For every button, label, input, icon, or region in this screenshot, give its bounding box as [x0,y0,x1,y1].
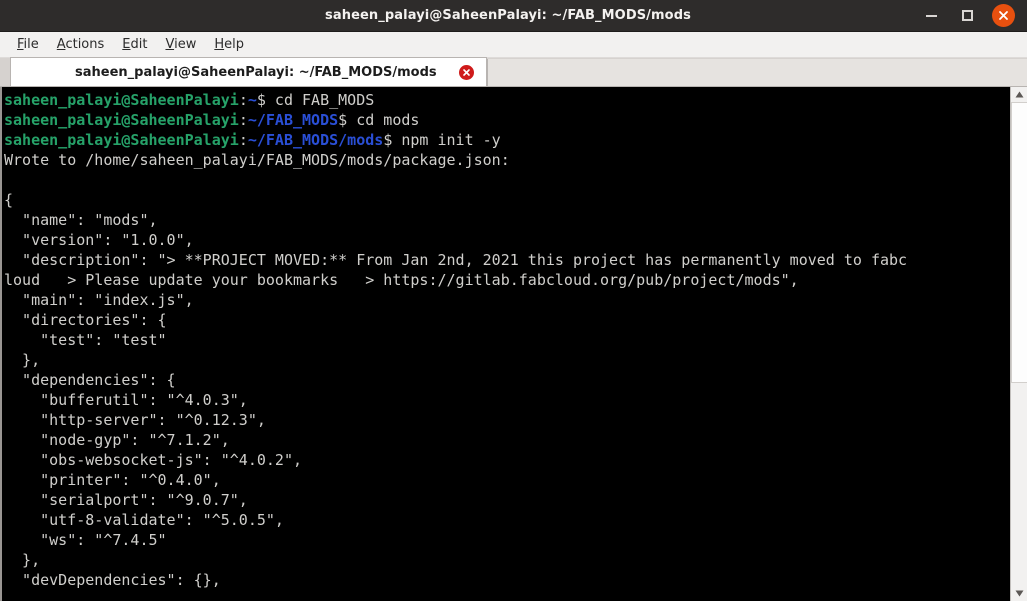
terminal-output-line: "serialport": "^9.0.7", [4,491,248,509]
terminal-output-line: { [4,191,14,209]
prompt-separator: : [238,91,248,109]
prompt-user-host: saheen_palayi@SaheenPalayi [4,91,239,109]
tabbar: saheen_palayi@SaheenPalayi: ~/FAB_MODS/m… [0,57,1027,87]
prompt-command: cd FAB_MODS [265,91,375,109]
prompt-command: cd mods [347,111,420,129]
menubar: File Actions Edit View Help [0,32,1027,58]
terminal-area: saheen_palayi@SaheenPalayi:~$ cd FAB_MOD… [0,87,1027,601]
scroll-down-icon[interactable] [1011,586,1027,601]
tab-terminal-0[interactable]: saheen_palayi@SaheenPalayi: ~/FAB_MODS/m… [10,57,487,86]
menu-actions-label: ctions [65,37,105,52]
terminal-output-line: "description": "> **PROJECT MOVED:** Fro… [4,251,908,269]
scrollbar-thumb[interactable] [1010,102,1027,383]
terminal-output-line: "version": "1.0.0", [4,231,194,249]
terminal-output-line: "name": "mods", [4,211,158,229]
menu-file[interactable]: File [8,35,48,54]
tab-title: saheen_palayi@SaheenPalayi: ~/FAB_MODS/m… [75,64,437,80]
prompt-dollar: $ [338,111,348,129]
tabbar-empty-area [486,59,1027,86]
terminal-output-line: Wrote to /home/saheen_palayi/FAB_MODS/mo… [4,151,510,169]
menu-file-label: ile [23,37,39,52]
terminal-output-line: "bufferutil": "^4.0.3", [4,391,248,409]
terminal-prompt-line: saheen_palayi@SaheenPalayi:~/FAB_MODS/mo… [4,130,1010,150]
terminal-output-line: "test": "test" [4,331,167,349]
terminal-output-line: "dependencies": { [4,371,176,389]
prompt-separator: : [238,131,248,149]
prompt-path: ~ [247,91,257,109]
menu-view-mnemonic: V [165,37,175,52]
window-title: saheen_palayi@SaheenPalayi: ~/FAB_MODS/m… [325,8,691,23]
window-controls [920,4,1027,27]
scroll-up-icon[interactable] [1011,87,1027,102]
menu-help[interactable]: Help [205,35,253,54]
terminal-output-line: loud > Please update your bookmarks > ht… [4,271,799,289]
prompt-command: npm init -y [392,131,501,149]
terminal-scrollbar[interactable] [1010,87,1027,601]
prompt-user-host: saheen_palayi@SaheenPalayi [4,111,239,129]
close-icon[interactable] [992,4,1015,27]
menu-edit[interactable]: Edit [113,35,156,54]
menu-help-label: elp [224,37,244,52]
menu-view[interactable]: View [156,35,205,54]
menu-actions[interactable]: Actions [48,35,114,54]
menu-edit-mnemonic: E [122,37,131,52]
scrollbar-track[interactable] [1010,102,1027,586]
terminal-output[interactable]: saheen_palayi@SaheenPalayi:~$ cd FAB_MOD… [2,87,1010,601]
terminal-output-line: "devDependencies": {}, [4,571,221,589]
menu-view-label: iew [174,37,197,52]
terminal-output-line: }, [4,551,41,569]
terminal-prompt-line: saheen_palayi@SaheenPalayi:~/FAB_MODS$ c… [4,110,1010,130]
terminal-output-line: "utf-8-validate": "^5.0.5", [4,511,284,529]
terminal-output-line: "main": "index.js", [4,291,194,309]
prompt-dollar: $ [383,131,393,149]
terminal-output-line: "directories": { [4,311,167,329]
prompt-separator: : [238,111,248,129]
tab-close-icon[interactable] [458,64,474,80]
prompt-path: ~/FAB_MODS/mods [247,131,384,149]
prompt-dollar: $ [256,91,266,109]
minimize-icon[interactable] [920,5,942,27]
terminal-output-line: "node-gyp": "^7.1.2", [4,431,230,449]
terminal-output-line: "ws": "^7.4.5" [4,531,167,549]
menu-edit-label: dit [130,37,148,52]
prompt-path: ~/FAB_MODS [247,111,339,129]
terminal-output-line: "obs-websocket-js": "^4.0.2", [4,451,303,469]
titlebar: saheen_palayi@SaheenPalayi: ~/FAB_MODS/m… [0,0,1027,32]
maximize-icon[interactable] [956,5,978,27]
terminal-output-line: "printer": "^0.4.0", [4,471,221,489]
terminal-window: saheen_palayi@SaheenPalayi: ~/FAB_MODS/m… [0,0,1027,601]
menu-help-mnemonic: H [214,37,225,52]
terminal-output-line: "http-server": "^0.12.3", [4,411,266,429]
terminal-output-line: }, [4,351,41,369]
prompt-user-host: saheen_palayi@SaheenPalayi [4,131,239,149]
terminal-prompt-line: saheen_palayi@SaheenPalayi:~$ cd FAB_MOD… [4,90,1010,110]
